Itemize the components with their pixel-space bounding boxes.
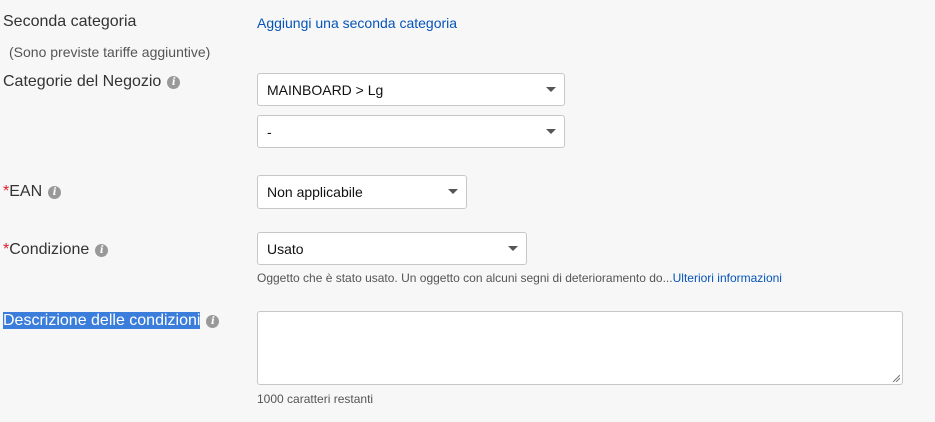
add-second-category-link[interactable]: Aggiungi una seconda categoria [257, 15, 457, 31]
condition-hint: Oggetto che è stato usato. Un oggetto co… [257, 271, 782, 285]
chevron-down-icon [546, 86, 556, 92]
second-category-label-text: Seconda categoria [3, 13, 137, 30]
ean-select-value: Non applicabile [267, 184, 363, 200]
store-category-select-1-value: MAINBOARD > Lg [267, 81, 384, 98]
chevron-down-icon [546, 128, 556, 134]
store-categories-label-text: Categorie del Negozio [3, 73, 162, 90]
condition-description-textarea[interactable] [257, 311, 903, 385]
store-category-select-2-value: - [267, 123, 272, 140]
chars-remaining: 1000 caratteri restanti [257, 392, 374, 406]
condition-description-label: Descrizione delle condizioni i [3, 311, 220, 330]
condition-hint-text: Oggetto che è stato usato. Un oggetto co… [257, 271, 673, 285]
store-categories-label: Categorie del Negozio i [3, 72, 181, 91]
second-category-label: Seconda categoria (Sono previste tariffe… [3, 12, 210, 60]
additional-fees-note: (Sono previste tariffe aggiuntive) [9, 44, 211, 60]
condition-select-value: Usato [267, 240, 304, 257]
info-icon[interactable]: i [167, 76, 181, 89]
info-icon[interactable]: i [95, 244, 109, 257]
resize-grip-icon[interactable] [892, 374, 900, 382]
item-specifics-form: Seconda categoria (Sono previste tariffe… [0, 0, 935, 422]
chevron-down-icon [448, 189, 458, 194]
info-icon[interactable]: i [48, 186, 62, 199]
ean-label-text: EAN [9, 183, 43, 200]
condition-label-text: Condizione [9, 241, 90, 258]
condition-label: *Condizione i [3, 240, 109, 259]
ean-select[interactable]: Non applicabile [257, 175, 467, 209]
ean-label: *EAN i [3, 182, 62, 201]
store-category-select-2[interactable]: - [257, 115, 565, 148]
store-category-select-1[interactable]: MAINBOARD > Lg [257, 73, 565, 106]
condition-description-label-text: Descrizione delle condizioni [3, 312, 201, 329]
chevron-down-icon [508, 245, 518, 251]
more-info-link[interactable]: Ulteriori informazioni [673, 271, 782, 285]
condition-select[interactable]: Usato [257, 232, 527, 265]
info-icon[interactable]: i [206, 315, 220, 328]
